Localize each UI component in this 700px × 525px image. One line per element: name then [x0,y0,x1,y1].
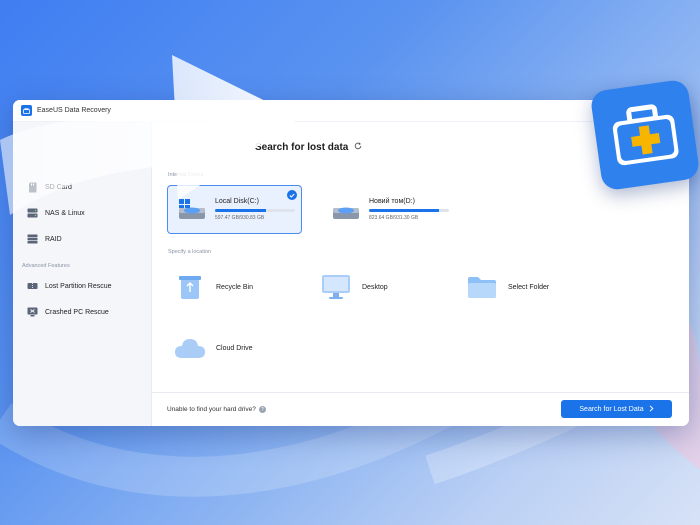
sidebar-item-lost-partition-rescue[interactable]: Lost Partition Rescue [13,273,151,299]
drive-name: Новий том(D:) [369,198,415,205]
drive-size: 823.64 GB/931.30 GB [369,215,419,221]
sidebar-item-label: Lost Partition Rescue [45,282,112,290]
search-lost-data-button[interactable]: Search for Lost Data [561,400,672,418]
hard-drive-icon [179,198,205,219]
page-title-text: Search for lost data [255,142,349,153]
partition-icon [27,281,38,292]
hard-drive-icon [333,207,359,219]
brand-badge-icon [589,78,700,192]
sidebar-item-label: NAS & Linux [45,209,85,217]
app-window: EaseUS Data Recovery SD Card NAS & Linux… [13,100,689,426]
hard-drive-hint[interactable]: Unable to find your hard drive? ? [167,406,266,413]
section-label-drives: Internal Drives [168,172,204,178]
sidebar-item-raid[interactable]: RAID [13,226,151,252]
location-select-folder[interactable]: Select Folder [466,271,549,303]
location-desktop[interactable]: Desktop [320,271,388,303]
location-recycle-bin[interactable]: Recycle Bin [174,271,253,303]
nas-icon [27,208,38,219]
sidebar-item-label: RAID [45,235,62,243]
recycle-bin-icon [174,273,206,301]
page-title: Search for lost data [255,142,362,153]
sidebar-item-label: SD Card [45,183,72,191]
drive-usage-bar [215,209,295,212]
location-label: Recycle Bin [216,283,253,291]
chevron-right-icon [649,404,654,414]
location-cloud-drive[interactable]: Cloud Drive [174,332,253,364]
sidebar: SD Card NAS & Linux RAID Advanced Featur… [13,122,152,426]
location-label: Cloud Drive [216,344,253,352]
refresh-icon[interactable] [354,142,362,153]
desktop-icon [320,273,352,301]
raid-icon [27,234,38,245]
drive-card-c[interactable]: Local Disk(C:) 597.47 GB/930.83 GB [167,185,302,234]
sidebar-section-advanced: Advanced Features [22,263,70,269]
app-title: EaseUS Data Recovery [37,107,111,114]
location-label: Desktop [362,283,388,291]
sd-card-icon [27,182,38,193]
drive-usage-bar [369,209,449,212]
sidebar-item-crashed-pc-rescue[interactable]: Crashed PC Rescue [13,299,151,325]
title-bar: EaseUS Data Recovery [13,100,689,122]
sidebar-item-sd-card[interactable]: SD Card [13,174,151,200]
footer-bar: Unable to find your hard drive? ? Search… [152,392,689,426]
crashed-pc-icon [27,307,38,318]
section-label-locations: Specify a location [168,249,212,255]
check-icon [287,190,297,200]
cloud-icon [174,334,206,362]
folder-icon [466,273,498,301]
drive-size: 597.47 GB/930.83 GB [215,215,265,221]
location-label: Select Folder [508,283,550,291]
drive-card-d[interactable]: Новий том(D:) 823.64 GB/931.30 GB [322,185,457,234]
question-icon[interactable]: ? [258,406,266,413]
sidebar-item-label: Crashed PC Rescue [45,308,109,316]
app-logo-icon [21,105,32,116]
search-button-label: Search for Lost Data [579,405,644,413]
sidebar-item-nas-linux[interactable]: NAS & Linux [13,200,151,226]
hint-text: Unable to find your hard drive? [167,406,256,413]
drive-name: Local Disk(C:) [215,198,259,205]
